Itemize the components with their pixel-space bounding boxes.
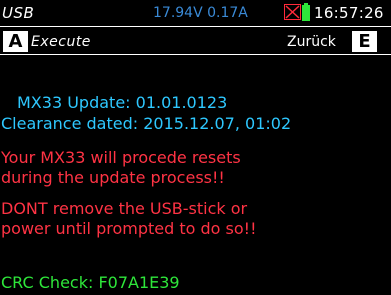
power-readout: 17.94V 0.17A xyxy=(153,5,248,21)
usb-warning-line-2: power until prompted to do so!! xyxy=(1,219,257,238)
usb-status-label: USB xyxy=(2,4,35,22)
status-bar: USB 17.94V 0.17A 16:57:26 xyxy=(0,0,391,27)
execute-label[interactable]: Execute xyxy=(31,34,91,50)
reset-warning-line-1: Your MX33 will procede resets xyxy=(1,148,241,167)
softkey-bar: A Execute Zurück E xyxy=(0,28,391,55)
update-version-text: MX33 Update: 01.01.0123 xyxy=(17,93,228,112)
reset-warning-line-2: during the update process!! xyxy=(1,168,225,187)
softkey-a-button[interactable]: A xyxy=(3,31,28,52)
usb-warning-line-1: DONT remove the USB-stick or xyxy=(1,199,248,218)
softkey-e-button[interactable]: E xyxy=(352,31,377,52)
crc-check-text: CRC Check: F07A1E39 xyxy=(1,273,180,292)
battery-icon xyxy=(302,3,310,21)
back-label[interactable]: Zurück xyxy=(287,34,336,50)
error-x-icon xyxy=(284,4,301,20)
clearance-date-text: Clearance dated: 2015.12.07, 01:02 xyxy=(1,114,292,133)
clock-time: 16:57:26 xyxy=(314,4,384,22)
